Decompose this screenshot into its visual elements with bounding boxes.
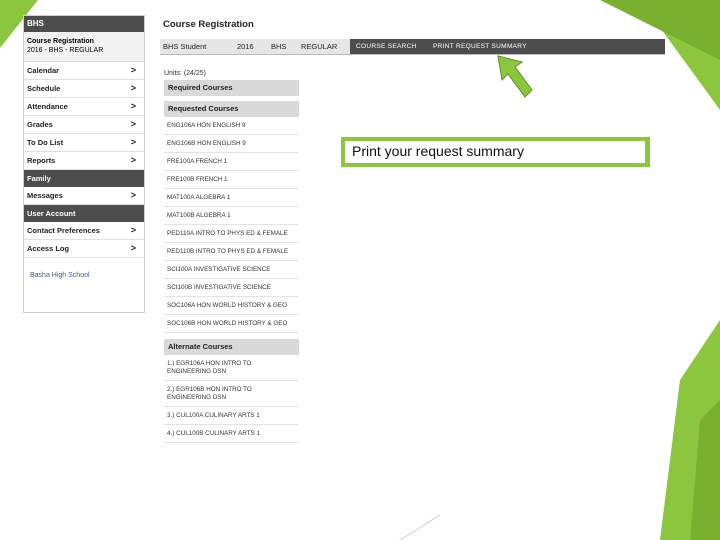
chevron-right-icon: > [130, 137, 136, 147]
sidebar-item-label: Messages [27, 191, 63, 200]
sidebar-item-access-log[interactable]: Access Log > [24, 240, 144, 258]
callout-inner: Print your request summary [345, 141, 645, 163]
sidebar-item-attendance[interactable]: Attendance > [24, 98, 144, 116]
school-code: BHS [271, 42, 287, 51]
course-item: 4.) CUL100B CULINARY ARTS 1 [164, 425, 299, 443]
sidebar-section-user-account: User Account [24, 205, 144, 222]
registration-subtitle: 2016 - BHS - REGULAR [27, 47, 104, 54]
registration-type: REGULAR [301, 42, 338, 51]
school-year: 2016 [237, 42, 254, 51]
course-item: SCI100A INVESTIGATIVE SCIENCE [164, 261, 299, 279]
sidebar-item-label: Grades [27, 120, 53, 129]
course-item: 2.) EGR106B HON INTRO TO ENGINEERING DSN [164, 381, 299, 407]
sidebar-item-reports[interactable]: Reports > [24, 152, 144, 170]
sidebar-item-label: Access Log [27, 244, 70, 253]
requested-courses-list: ENG106A HON ENGLISH 9 ENG106B HON ENGLISH… [164, 117, 299, 333]
alternate-courses-header: Alternate Courses [164, 339, 299, 355]
student-name: BHS Student [163, 42, 207, 51]
sidebar-item-messages[interactable]: Messages > [24, 187, 144, 205]
course-item: 1.) EGR106A HON INTRO TO ENGINEERING DSN [164, 355, 299, 381]
sidebar-item-calendar[interactable]: Calendar > [24, 62, 144, 80]
units-count: Units: (24/25) [164, 70, 207, 77]
chevron-right-icon: > [130, 243, 136, 253]
registration-topbar: BHS Student 2016 BHS REGULAR COURSE SEAR… [160, 39, 665, 55]
course-item: ENG106A HON ENGLISH 9 [164, 117, 299, 135]
course-item: PED110B INTRO TO PHYS ED & FEMALE [164, 243, 299, 261]
alternate-courses-list: 1.) EGR106A HON INTRO TO ENGINEERING DSN… [164, 355, 299, 443]
sidebar-header: BHS [24, 16, 144, 32]
sidebar-item-contact-preferences[interactable]: Contact Preferences > [24, 222, 144, 240]
sidebar-item-label: Contact Preferences [27, 226, 100, 235]
course-item: SCI100B INVESTIGATIVE SCIENCE [164, 279, 299, 297]
tab-course-search[interactable]: COURSE SEARCH [356, 39, 417, 54]
page-title: Course Registration [163, 19, 254, 30]
course-item: MAT100A ALGEBRA 1 [164, 189, 299, 207]
sidebar-item-grades[interactable]: Grades > [24, 116, 144, 134]
course-item: SOC106A HON WORLD HISTORY & GEO [164, 297, 299, 315]
course-item: PED110A INTRO TO PHYS ED & FEMALE [164, 225, 299, 243]
course-item: FRE100A FRENCH 1 [164, 153, 299, 171]
registration-title: Course Registration [27, 38, 94, 45]
chevron-right-icon: > [130, 190, 136, 200]
sidebar-item-todo[interactable]: To Do List > [24, 134, 144, 152]
chevron-right-icon: > [130, 101, 136, 111]
course-item: SOC106B HON WORLD HISTORY & GEO [164, 315, 299, 333]
course-panel: Required Courses Requested Courses ENG10… [164, 80, 299, 515]
sidebar-item-schedule[interactable]: Schedule > [24, 80, 144, 98]
chevron-right-icon: > [130, 225, 136, 235]
sidebar-item-course-registration[interactable]: Course Registration 2016 - BHS - REGULAR [24, 32, 144, 62]
requested-courses-header: Requested Courses [164, 101, 299, 117]
course-item: ENG106B HON ENGLISH 9 [164, 135, 299, 153]
required-courses-header[interactable]: Required Courses [164, 80, 299, 96]
chevron-right-icon: > [130, 155, 136, 165]
course-item: 3.) CUL100A CULINARY ARTS 1 [164, 407, 299, 425]
chevron-right-icon: > [130, 65, 136, 75]
chevron-right-icon: > [130, 119, 136, 129]
sidebar-item-label: Attendance [27, 102, 68, 111]
callout-text: Print your request summary [352, 143, 524, 159]
sidebar-item-label: Calendar [27, 66, 60, 75]
course-item: MAT100B ALGEBRA 1 [164, 207, 299, 225]
school-link[interactable]: Basha High School [24, 258, 144, 279]
arrow-pointer-icon [497, 55, 533, 98]
callout-box: Print your request summary [341, 137, 650, 167]
sidebar-item-label: To Do List [27, 138, 64, 147]
sidebar-nav: BHS Course Registration 2016 - BHS - REG… [23, 15, 145, 313]
sidebar-section-family: Family [24, 170, 144, 187]
sidebar-item-label: Schedule [27, 84, 61, 93]
sidebar-item-label: Reports [27, 156, 56, 165]
chevron-right-icon: > [130, 83, 136, 93]
course-item: FRE100B FRENCH 1 [164, 171, 299, 189]
